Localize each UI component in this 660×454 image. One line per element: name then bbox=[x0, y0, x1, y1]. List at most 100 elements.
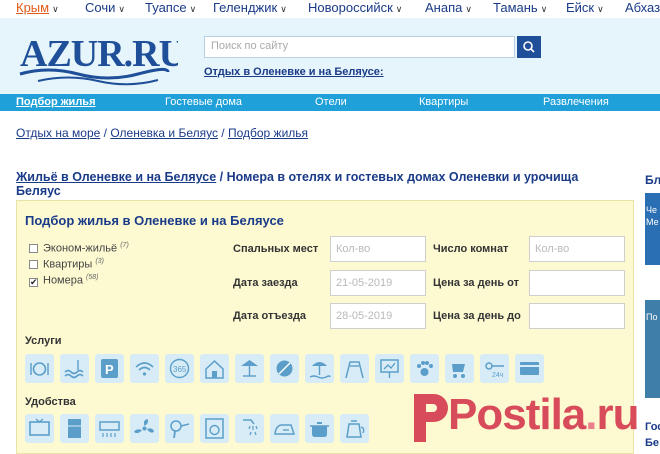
city-eysk[interactable]: Ейск ∨ bbox=[566, 0, 604, 17]
billiards-icon[interactable] bbox=[270, 354, 299, 383]
bedrooms-label: Спальных мест bbox=[233, 243, 319, 255]
shower-icon[interactable] bbox=[235, 414, 264, 443]
sidebar-heading: Бл bbox=[645, 173, 660, 187]
24h-icon[interactable]: 24ч bbox=[480, 354, 509, 383]
city-sochi[interactable]: Сочи ∨ bbox=[85, 0, 125, 17]
checkin-label: Дата заезда bbox=[233, 277, 298, 289]
city-label: Сочи bbox=[85, 0, 116, 15]
nav-entertainment[interactable]: Развлечения bbox=[543, 94, 609, 111]
beach-icon[interactable] bbox=[305, 354, 334, 383]
wifi-icon[interactable] bbox=[130, 354, 159, 383]
kettle-icon[interactable] bbox=[340, 414, 369, 443]
breadcrumb: Отдых на море / Оленевка и Беляус / Подб… bbox=[16, 126, 308, 140]
conference-icon[interactable] bbox=[375, 354, 404, 383]
meal-icon[interactable] bbox=[25, 354, 54, 383]
checkbox-count: (3) bbox=[95, 258, 104, 265]
sidebar-promo-image[interactable]: Че Ме bbox=[645, 193, 660, 265]
checkbox-label: Квартиры bbox=[43, 258, 93, 271]
price-from-input[interactable] bbox=[529, 270, 625, 296]
watermark-word: Postila bbox=[448, 390, 586, 439]
checkbox-economy[interactable]: Эконом-жильё (7) bbox=[29, 242, 129, 255]
card-icon[interactable] bbox=[515, 354, 544, 383]
page-title-link[interactable]: Жильё в Оленевке и на Беляусе bbox=[16, 170, 216, 184]
chevron-down-icon: ∨ bbox=[52, 4, 59, 14]
bedrooms-input[interactable]: Кол-во bbox=[330, 236, 426, 262]
postila-logo-icon bbox=[414, 394, 448, 442]
hairdryer-icon[interactable] bbox=[165, 414, 194, 443]
chevron-down-icon: ∨ bbox=[118, 4, 125, 14]
city-label: Геленджик bbox=[213, 0, 278, 15]
nav-guesthouses[interactable]: Гостевые дома bbox=[165, 94, 242, 111]
watermark-dot: . bbox=[585, 390, 597, 439]
breadcrumb-olenevka[interactable]: Оленевка и Беляус bbox=[110, 126, 218, 140]
price-from-label: Цена за день от bbox=[433, 277, 519, 289]
iron-icon[interactable] bbox=[270, 414, 299, 443]
city-label: Ейск bbox=[566, 0, 595, 15]
chevron-down-icon: ∨ bbox=[189, 4, 197, 14]
city-abkhazia[interactable]: Абхаз bbox=[625, 0, 660, 16]
fan-icon[interactable] bbox=[130, 414, 159, 443]
stroller-icon[interactable] bbox=[445, 354, 474, 383]
city-label: Крым bbox=[16, 0, 50, 15]
guesthouse-icon[interactable] bbox=[200, 354, 229, 383]
checkbox-count: (58) bbox=[86, 274, 99, 281]
checkbox-box[interactable] bbox=[29, 243, 38, 253]
fridge-icon[interactable] bbox=[60, 414, 89, 443]
checkbox-box-checked[interactable]: ✔ bbox=[29, 277, 38, 287]
parking-icon[interactable]: P bbox=[95, 354, 124, 383]
chevron-down-icon: ∨ bbox=[280, 4, 287, 14]
checkbox-box[interactable] bbox=[29, 259, 38, 269]
nav-hotels[interactable]: Отели bbox=[315, 94, 347, 111]
city-crimea[interactable]: Крым ∨ bbox=[16, 0, 59, 17]
city-taman[interactable]: Тамань ∨ bbox=[493, 0, 547, 17]
site-logo[interactable]: AZUR.RU bbox=[18, 28, 187, 90]
breadcrumb-sea-vacation[interactable]: Отдых на море bbox=[16, 126, 100, 140]
search-button[interactable] bbox=[517, 36, 541, 58]
services-icon-row: P 365 24ч bbox=[25, 354, 625, 384]
services-label: Услуги bbox=[25, 335, 62, 347]
city-gelendzhik[interactable]: Геленджик ∨ bbox=[213, 0, 287, 17]
city-novorossiysk[interactable]: Новороссийск ∨ bbox=[308, 0, 402, 17]
city-label: Анапа bbox=[425, 0, 463, 15]
tv-icon[interactable] bbox=[25, 414, 54, 443]
checkbox-label: Номера bbox=[43, 274, 83, 287]
chevron-down-icon: ∨ bbox=[395, 4, 403, 14]
breadcrumb-housing[interactable]: Подбор жилья bbox=[228, 126, 308, 140]
watermark-tld: ru bbox=[596, 390, 640, 439]
svg-text:365: 365 bbox=[173, 365, 187, 374]
year-round-icon[interactable]: 365 bbox=[165, 354, 194, 383]
checkbox-apartments[interactable]: Квартиры (3) bbox=[29, 258, 104, 271]
sidebar-photo-text: По bbox=[646, 312, 658, 322]
search-input[interactable]: Поиск по сайту bbox=[204, 36, 515, 58]
page-title: Жильё в Оленевке и на Беляусе / Номера в… bbox=[16, 170, 626, 198]
sidebar-photo[interactable]: По bbox=[645, 300, 660, 398]
playground-icon[interactable] bbox=[340, 354, 369, 383]
checkbox-rooms[interactable]: ✔ Номера (58) bbox=[29, 274, 99, 287]
watermark-text: Postila.ru bbox=[448, 390, 640, 440]
checkout-label: Дата отъезда bbox=[233, 310, 307, 322]
svg-text:24ч: 24ч bbox=[492, 372, 504, 379]
amenities-label: Удобства bbox=[25, 396, 76, 408]
nav-apartments[interactable]: Квартиры bbox=[419, 94, 468, 111]
price-to-input[interactable] bbox=[529, 303, 625, 329]
checkin-date-input[interactable]: 21-05-2019 bbox=[330, 270, 426, 296]
city-label: Новороссийск bbox=[308, 0, 393, 15]
pool-icon[interactable] bbox=[60, 354, 89, 383]
pot-icon[interactable] bbox=[305, 414, 334, 443]
rooms-input[interactable]: Кол-во bbox=[529, 236, 625, 262]
postila-watermark: Postila.ru bbox=[408, 388, 660, 448]
nav-housing-search[interactable]: Подбор жилья bbox=[16, 94, 95, 111]
pets-icon[interactable] bbox=[410, 354, 439, 383]
sidebar-promo-text: Че bbox=[646, 205, 658, 215]
aircon-icon[interactable] bbox=[95, 414, 124, 443]
city-label: Абхаз bbox=[625, 0, 660, 15]
city-label: Туапсе bbox=[145, 0, 187, 15]
cafe-icon[interactable] bbox=[235, 354, 264, 383]
chevron-down-icon: ∨ bbox=[597, 4, 604, 14]
checkbox-count: (7) bbox=[120, 242, 129, 249]
checkout-date-input[interactable]: 28-05-2019 bbox=[330, 303, 426, 329]
city-tuapse[interactable]: Туапсе ∨ bbox=[145, 0, 196, 17]
header-resort-link[interactable]: Отдых в Оленевке и на Беляусе: bbox=[204, 66, 384, 78]
city-anapa[interactable]: Анапа ∨ bbox=[425, 0, 472, 17]
washer-icon[interactable] bbox=[200, 414, 229, 443]
